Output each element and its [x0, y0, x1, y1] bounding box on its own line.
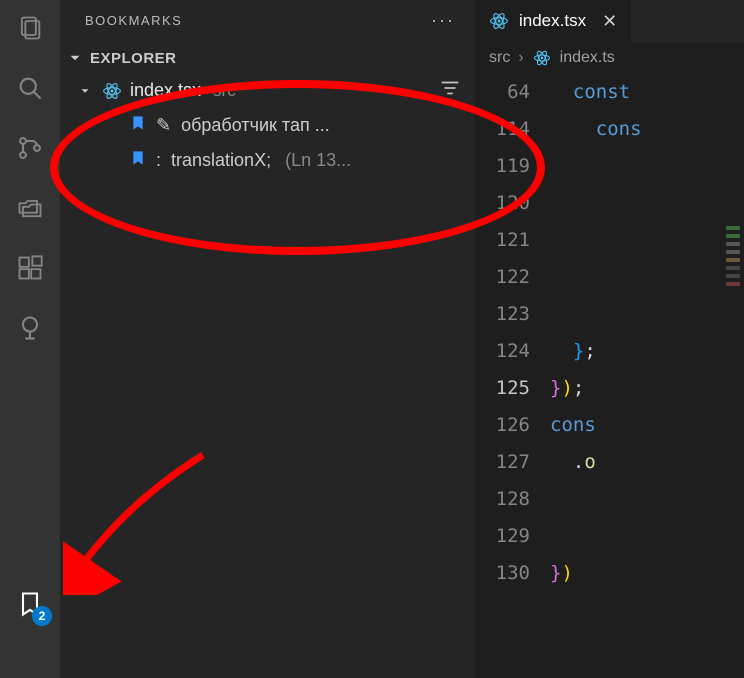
breadcrumb-folder: src: [489, 49, 510, 67]
line-number: 125: [475, 370, 530, 407]
breadcrumb[interactable]: src › index.ts: [475, 42, 744, 74]
bookmarks-file-row[interactable]: index.tsx src: [60, 73, 475, 108]
bookmarks-sidebar: BOOKMARKS ··· EXPLORER index.tsx src ✎: [60, 0, 475, 678]
explorer-icon[interactable]: [14, 12, 46, 44]
chevron-down-icon: [78, 84, 94, 98]
code-line: [550, 259, 744, 296]
code-line: .o: [550, 444, 744, 481]
line-number: 126: [475, 407, 530, 444]
code-line: [550, 518, 744, 555]
breadcrumb-file: index.ts: [560, 49, 615, 67]
code-line: }): [550, 555, 744, 592]
line-number: 114: [475, 111, 530, 148]
search-icon[interactable]: [14, 72, 46, 104]
chevron-right-icon: ›: [518, 49, 523, 67]
code-line: [550, 148, 744, 185]
code-line: cons: [550, 111, 744, 148]
line-number: 124: [475, 333, 530, 370]
react-file-icon: [532, 48, 552, 68]
line-number: 120: [475, 185, 530, 222]
editor-tab[interactable]: index.tsx ✕: [475, 0, 632, 42]
tree-icon[interactable]: [14, 312, 46, 344]
bookmark-line: (Ln 13...: [285, 150, 351, 171]
code-line: [550, 296, 744, 333]
bookmarks-activity-icon[interactable]: 2: [14, 588, 46, 620]
explorer-section-label: EXPLORER: [90, 50, 177, 67]
folders-icon[interactable]: [14, 192, 46, 224]
tab-label: index.tsx: [519, 11, 586, 31]
filter-icon[interactable]: [439, 77, 461, 104]
react-file-icon: [489, 11, 509, 31]
line-number: 123: [475, 296, 530, 333]
line-number: 64: [475, 74, 530, 111]
line-number: 119: [475, 148, 530, 185]
sidebar-title: BOOKMARKS: [85, 13, 182, 28]
file-dir: src: [213, 81, 236, 101]
bookmark-item[interactable]: : translationX; (Ln 13...: [60, 143, 475, 178]
line-number: 121: [475, 222, 530, 259]
code-line: });: [550, 370, 744, 407]
editor-pane: index.tsx ✕ src › index.ts 6411411912012…: [475, 0, 744, 678]
code-line: [550, 185, 744, 222]
sidebar-more-icon[interactable]: ···: [431, 10, 455, 31]
line-gutter: 6411411912012112212312412512612712812913…: [475, 74, 550, 678]
minimap[interactable]: [722, 222, 744, 402]
code-content[interactable]: const cons };}); cons .o}): [550, 74, 744, 678]
code-line: const: [550, 74, 744, 111]
bookmark-icon: [130, 113, 146, 138]
line-number: 128: [475, 481, 530, 518]
source-control-icon[interactable]: [14, 132, 46, 164]
editor-tabbar: index.tsx ✕: [475, 0, 744, 42]
extensions-icon[interactable]: [14, 252, 46, 284]
react-file-icon: [102, 81, 122, 101]
bookmark-text: translationX;: [171, 150, 271, 171]
bookmark-decor: ✎: [156, 115, 171, 136]
bookmarks-badge: 2: [32, 606, 52, 626]
close-icon[interactable]: ✕: [602, 11, 617, 32]
bookmark-icon: [130, 148, 146, 173]
activity-bar: 2: [0, 0, 60, 678]
bookmark-item[interactable]: ✎ обработчик тап ...: [60, 108, 475, 143]
file-name: index.tsx: [130, 80, 201, 101]
line-number: 130: [475, 555, 530, 592]
code-line: [550, 222, 744, 259]
code-line: cons: [550, 407, 744, 444]
code-line: };: [550, 333, 744, 370]
code-line: [550, 481, 744, 518]
explorer-section-header[interactable]: EXPLORER: [60, 43, 475, 73]
line-number: 127: [475, 444, 530, 481]
line-number: 122: [475, 259, 530, 296]
bookmark-text: обработчик тап ...: [181, 115, 330, 136]
line-number: 129: [475, 518, 530, 555]
bookmark-decor: :: [156, 150, 161, 171]
